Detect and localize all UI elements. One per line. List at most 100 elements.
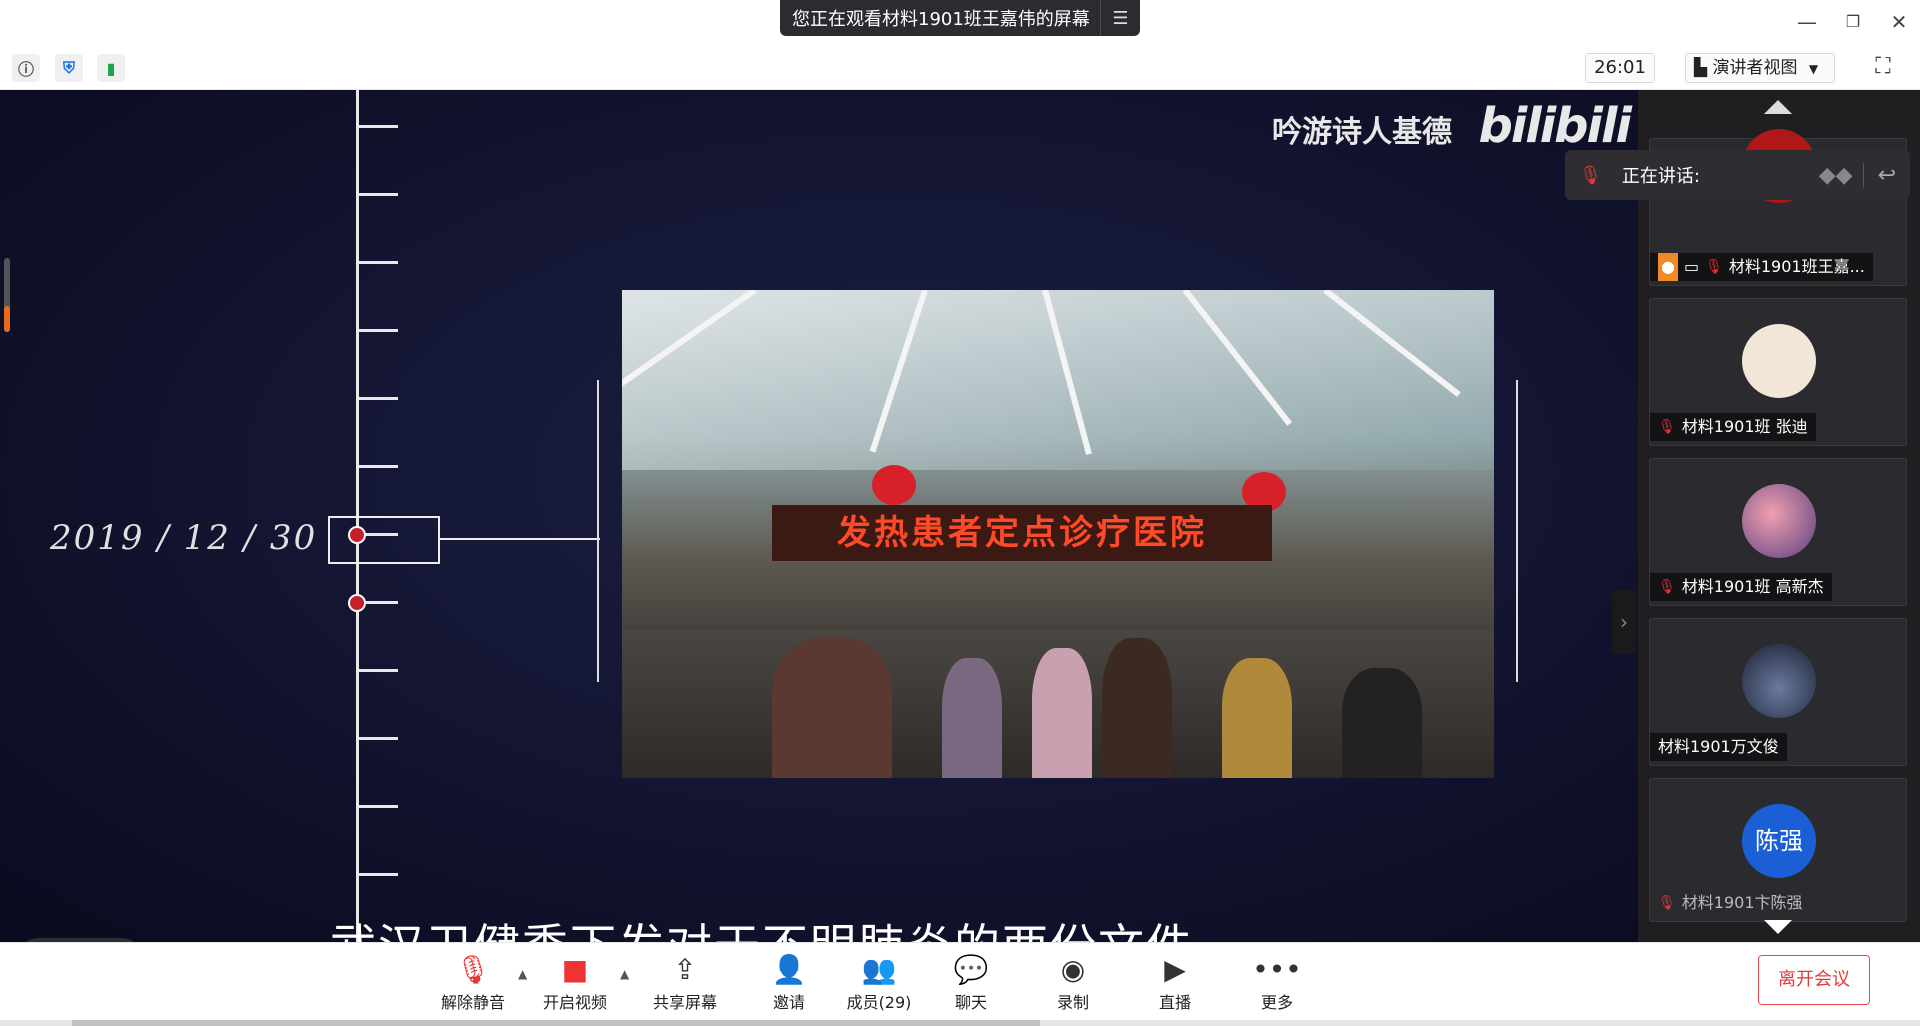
scroll-down-icon[interactable] xyxy=(1764,920,1792,934)
shared-screen: 2019 / 12 / 30 吟游诗人基德 bilibili 发热患者定点诊疗医… xyxy=(0,90,1638,942)
participant-card[interactable]: 陈强 🎙 材料1901卞陈强 xyxy=(1649,778,1907,922)
info-icon[interactable]: ⓘ xyxy=(12,54,40,82)
horizontal-scrollbar[interactable] xyxy=(0,1020,1920,1026)
timeline-tick xyxy=(358,125,398,128)
timeline-tick xyxy=(358,805,398,808)
person xyxy=(772,638,892,778)
person xyxy=(1222,658,1292,778)
share-screen-button[interactable]: ⇪ 共享屏幕 xyxy=(640,951,730,1021)
members-button[interactable]: 👥 成员(29) xyxy=(834,951,924,1021)
timeline-tick xyxy=(358,669,398,672)
person xyxy=(1102,638,1172,778)
speaking-label: 正在讲话: xyxy=(1621,166,1700,187)
meeting-timer: 26:01 xyxy=(1585,53,1655,83)
live-icon: ▶ xyxy=(1164,953,1186,986)
record-button[interactable]: ◉ 录制 xyxy=(1028,951,1118,1021)
reply-icon[interactable]: ↩ xyxy=(1862,162,1910,188)
participant-label: 🎙 材料1901卞陈强 xyxy=(1650,889,1811,917)
live-label: 直播 xyxy=(1158,993,1191,1012)
timeline-tick xyxy=(358,737,398,740)
timeline-date: 2019 / 12 / 30 xyxy=(50,518,318,558)
expand-panel-icon[interactable]: › xyxy=(1612,590,1636,654)
participant-name: 材料1901万文俊 xyxy=(1658,737,1779,756)
video-options-icon[interactable]: ▲ xyxy=(620,967,629,981)
person xyxy=(1342,668,1422,778)
signal-icon[interactable]: ▮ xyxy=(97,54,125,82)
unmute-button[interactable]: 🎙 解除静音 xyxy=(428,951,518,1021)
photo-frame-left xyxy=(597,380,599,682)
timeline-tick xyxy=(358,329,398,332)
participant-label: 材料1901万文俊 xyxy=(1650,733,1787,761)
title-bar: 您正在观看材料1901班王嘉伟的屏幕 ☰ — ❐ ✕ xyxy=(0,0,1920,45)
photo-frame-right xyxy=(1516,380,1518,682)
live-button[interactable]: ▶ 直播 xyxy=(1130,951,1220,1021)
layout-icon: ▙ xyxy=(1694,58,1708,78)
unmute-label: 解除静音 xyxy=(440,993,505,1012)
chat-button[interactable]: 💬 聊天 xyxy=(926,951,1016,1021)
person xyxy=(1032,648,1092,778)
avatar xyxy=(1742,644,1816,718)
side-scroll-indicator[interactable] xyxy=(4,258,10,332)
audio-options-icon[interactable]: ▲ xyxy=(518,967,527,981)
mic-muted-icon: 🎙 xyxy=(1579,164,1602,186)
record-label: 录制 xyxy=(1056,993,1089,1012)
mic-muted-icon: 🎙 xyxy=(455,953,491,986)
leave-meeting-button[interactable]: 离开会议 xyxy=(1758,955,1870,1005)
fullscreen-icon[interactable]: ⛶ xyxy=(1868,53,1898,83)
members-icon: 👥 xyxy=(861,953,897,986)
participant-card[interactable]: 材料1901万文俊 xyxy=(1649,618,1907,766)
mic-muted-icon: 🎙 xyxy=(1658,579,1676,595)
restore-icon[interactable]: ❐ xyxy=(1838,8,1868,36)
participant-name: 材料1901卞陈强 xyxy=(1681,893,1803,912)
share-notice-text: 您正在观看材料1901班王嘉伟的屏幕 xyxy=(792,9,1090,30)
participant-card[interactable]: 🎙 材料1901班 高新杰 xyxy=(1649,458,1907,606)
hospital-photo: 发热患者定点诊疗医院 xyxy=(622,290,1494,778)
mic-muted-icon: 🎙 xyxy=(1658,895,1676,911)
crowd xyxy=(622,630,1494,778)
chevron-down-icon: ▼ xyxy=(1808,62,1819,76)
members-label: 成员(29) xyxy=(846,993,912,1012)
invite-button[interactable]: 👤 邀请 xyxy=(744,951,834,1021)
timeline-tick xyxy=(358,397,398,400)
avatar xyxy=(1742,324,1816,398)
led-banner: 发热患者定点诊疗医院 xyxy=(772,505,1272,561)
speaker-avatar-icon: ◆◆ xyxy=(1818,162,1853,188)
scroll-up-icon[interactable] xyxy=(1764,100,1792,114)
avatar: 陈强 xyxy=(1742,804,1816,878)
view-mode-dropdown[interactable]: ▙ 演讲者视图 ▼ xyxy=(1685,53,1835,83)
more-label: 更多 xyxy=(1260,993,1293,1012)
participant-label: 🎙 材料1901班 高新杰 xyxy=(1650,573,1832,601)
start-video-button[interactable]: ■ 开启视频 xyxy=(530,951,620,1021)
video-subtitle: 武汉卫健委下发对于不明肺炎的两份文件 xyxy=(330,910,1194,942)
invite-label: 邀请 xyxy=(772,993,805,1012)
participant-name: 材料1901班 张迪 xyxy=(1681,417,1808,436)
screen-share-notice: 您正在观看材料1901班王嘉伟的屏幕 ☰ xyxy=(780,0,1140,36)
avatar xyxy=(1742,484,1816,558)
view-mode-label: 演讲者视图 xyxy=(1712,58,1798,78)
timeline-tick xyxy=(358,193,398,196)
shield-icon[interactable]: ⛨ xyxy=(55,54,83,82)
minimize-icon[interactable]: — xyxy=(1792,8,1822,36)
timeline-tick xyxy=(358,261,398,264)
participant-name: 材料1901班 高新杰 xyxy=(1681,577,1824,596)
timeline-tick xyxy=(358,465,398,468)
screen-share-icon: ▭ xyxy=(1683,257,1700,276)
participant-card[interactable]: 🎙 材料1901班 张迪 xyxy=(1649,298,1907,446)
share-menu-icon[interactable]: ☰ xyxy=(1100,0,1140,36)
watermark-name: 吟游诗人基德 xyxy=(1272,115,1452,150)
participant-name: 材料1901班王嘉... xyxy=(1728,257,1865,276)
close-icon[interactable]: ✕ xyxy=(1884,8,1914,36)
chat-icon: 💬 xyxy=(953,953,989,986)
speaking-indicator: 🎙 正在讲话: ◆◆ ↩ xyxy=(1565,150,1910,200)
camera-off-icon: ■ xyxy=(561,953,589,986)
date-marker-box xyxy=(328,516,440,564)
meeting-controls: 🎙 解除静音 ▲ ■ 开启视频 ▲ ⇪ 共享屏幕 👤 邀请 👥 成员(29) 💬… xyxy=(0,942,1920,1026)
share-screen-icon: ⇪ xyxy=(673,953,697,986)
timeline-tick xyxy=(358,873,398,876)
video-watermark: 吟游诗人基德 bilibili xyxy=(1272,98,1632,154)
start-video-label: 开启视频 xyxy=(542,993,607,1012)
more-icon: ••• xyxy=(1252,953,1302,986)
mic-muted-icon: 🎙 xyxy=(1705,259,1723,275)
more-button[interactable]: ••• 更多 xyxy=(1232,951,1322,1021)
participant-label: 🎙 材料1901班 张迪 xyxy=(1650,413,1816,441)
